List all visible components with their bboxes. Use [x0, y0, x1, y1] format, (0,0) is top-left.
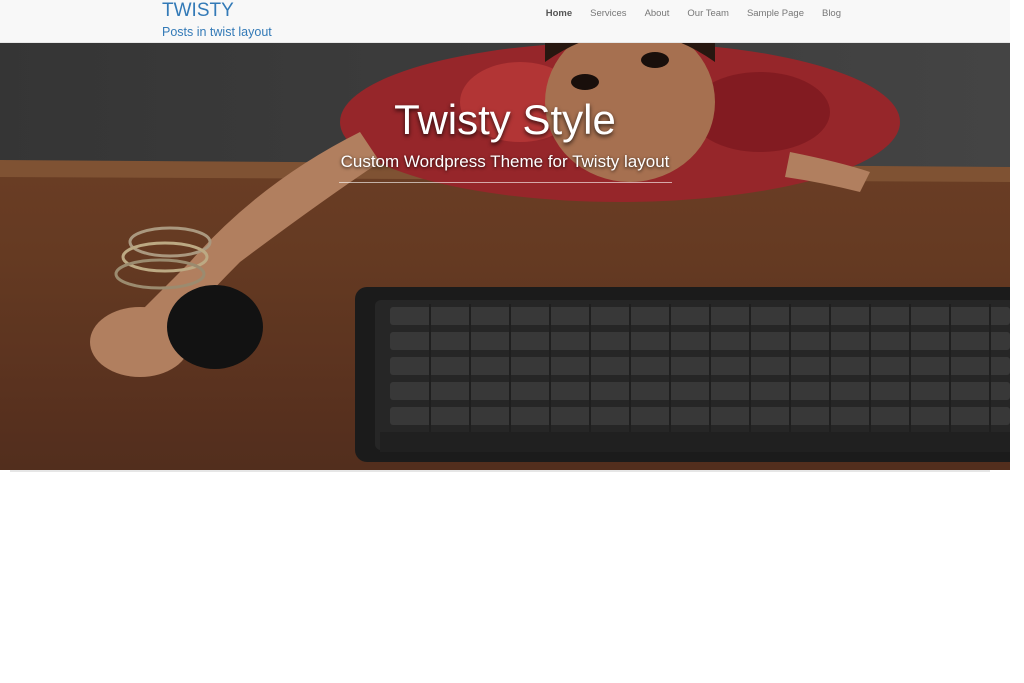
menu-item-sample-page[interactable]: Sample Page: [738, 8, 813, 20]
site-tagline: Posts in twist layout: [162, 25, 272, 39]
menu-item-services[interactable]: Services: [581, 8, 635, 20]
hero-divider: [339, 182, 672, 183]
navbar: TWISTY Posts in twist layout Home Servic…: [0, 0, 1010, 43]
site-brand-link[interactable]: TWISTY: [162, 1, 234, 21]
hero-subtitle: Custom Wordpress Theme for Twisty layout: [340, 152, 670, 171]
menu-item-about[interactable]: About: [636, 8, 679, 20]
main-menu: Home Services About Our Team Sample Page…: [537, 8, 850, 20]
hero-header: Twisty Style Custom Wordpress Theme for …: [0, 42, 1010, 470]
menu-item-blog[interactable]: Blog: [813, 8, 850, 20]
menu-item-our-team[interactable]: Our Team: [678, 8, 738, 20]
menu-item-home[interactable]: Home: [537, 8, 581, 20]
content-divider: [10, 470, 990, 472]
hero-title: Twisty Style: [394, 96, 616, 143]
